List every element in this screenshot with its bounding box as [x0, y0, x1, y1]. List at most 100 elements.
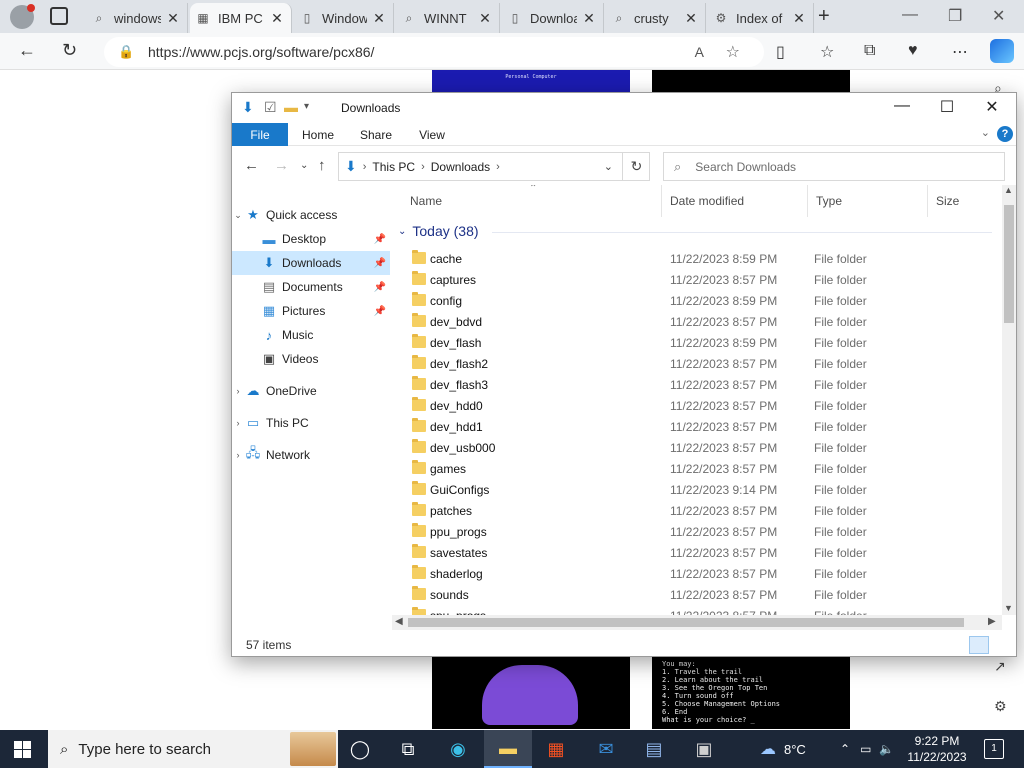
- collections-icon[interactable]: ⧉: [864, 42, 875, 60]
- expand-ribbon-icon[interactable]: ⌄: [981, 126, 990, 139]
- pin-icon[interactable]: 📌: [374, 282, 386, 293]
- nav-pictures[interactable]: ▦ Pictures 📌: [232, 299, 390, 323]
- network-icon[interactable]: ▭: [860, 742, 871, 756]
- app-window-icon[interactable]: ▤: [630, 730, 678, 768]
- file-row[interactable]: shaderlog 11/22/2023 8:57 PM File folder: [392, 564, 1002, 585]
- scroll-thumb[interactable]: [1004, 205, 1014, 323]
- recent-locations-icon[interactable]: ⌄: [300, 160, 308, 171]
- back-icon[interactable]: ←: [18, 40, 36, 61]
- address-dropdown-icon[interactable]: ⌄: [604, 160, 613, 173]
- mail-icon[interactable]: ✉: [582, 730, 630, 768]
- notifications-icon[interactable]: 1: [984, 739, 1004, 759]
- file-row[interactable]: dev_bdvd 11/22/2023 8:57 PM File folder: [392, 312, 1002, 333]
- close-icon[interactable]: ✕: [581, 10, 597, 27]
- taskbar-search[interactable]: ⌕ Type here to search: [48, 730, 338, 768]
- search-input[interactable]: [695, 159, 976, 174]
- nav-downloads[interactable]: ⬇ Downloads 📌: [232, 251, 390, 275]
- file-row[interactable]: dev_flash3 11/22/2023 8:57 PM File folder: [392, 375, 1002, 396]
- close-icon[interactable]: ✕: [477, 10, 493, 27]
- back-icon[interactable]: ←: [244, 157, 259, 174]
- refresh-icon[interactable]: ↻: [62, 40, 77, 61]
- file-row[interactable]: dev_flash2 11/22/2023 8:57 PM File folder: [392, 354, 1002, 375]
- file-row[interactable]: dev_hdd0 11/22/2023 8:57 PM File folder: [392, 396, 1002, 417]
- scroll-right-icon[interactable]: ▶: [988, 616, 996, 627]
- vertical-scrollbar[interactable]: ▲ ▼: [1002, 185, 1016, 615]
- minimize-icon[interactable]: —: [902, 6, 918, 24]
- file-explorer-icon[interactable]: ▬: [484, 730, 532, 768]
- nav-videos[interactable]: ▣ Videos: [232, 347, 390, 371]
- expand-icon[interactable]: ›: [232, 450, 244, 460]
- column-size[interactable]: Size: [928, 185, 998, 217]
- app-installer-icon[interactable]: ▣: [680, 730, 728, 768]
- weather-widget[interactable]: ☁ 8°C: [760, 730, 806, 768]
- scroll-thumb[interactable]: [408, 618, 964, 627]
- help-icon[interactable]: ?: [997, 126, 1013, 142]
- up-icon[interactable]: ↑: [318, 157, 326, 174]
- favorite-star-icon[interactable]: ☆: [726, 42, 740, 62]
- browser-tab[interactable]: ▯ Windows✕: [294, 3, 394, 33]
- breadcrumb-downloads[interactable]: Downloads: [431, 160, 490, 174]
- tab-home[interactable]: Home: [294, 123, 342, 146]
- file-row[interactable]: patches 11/22/2023 8:57 PM File folder: [392, 501, 1002, 522]
- browser-tab[interactable]: ⌕ windows ✕: [86, 3, 188, 33]
- scroll-down-icon[interactable]: ▼: [1004, 603, 1013, 613]
- forward-icon[interactable]: →: [274, 157, 289, 174]
- file-row[interactable]: savestates 11/22/2023 8:57 PM File folder: [392, 543, 1002, 564]
- expand-icon[interactable]: ›: [232, 418, 244, 428]
- close-icon[interactable]: ✕: [269, 10, 285, 27]
- file-row[interactable]: games 11/22/2023 8:57 PM File folder: [392, 459, 1002, 480]
- browser-tab[interactable]: ⌕ WINNT ✕: [396, 3, 500, 33]
- browser-tab[interactable]: ⌕ crusty ✕: [606, 3, 706, 33]
- close-icon[interactable]: ✕: [791, 10, 807, 27]
- maximize-icon[interactable]: ☐: [927, 97, 967, 117]
- nav-quick-access[interactable]: ⌄ ★ Quick access: [232, 203, 390, 227]
- scroll-left-icon[interactable]: ◀: [395, 616, 403, 627]
- search-box[interactable]: ⌕: [663, 152, 1005, 181]
- tab-file[interactable]: File: [232, 123, 288, 146]
- tab-actions-icon[interactable]: [50, 7, 68, 25]
- external-icon[interactable]: ↗: [994, 658, 1006, 675]
- pin-icon[interactable]: 📌: [374, 258, 386, 269]
- address-breadcrumb[interactable]: ⬇ › This PC › Downloads › ⌄: [338, 152, 650, 181]
- file-row[interactable]: dev_hdd1 11/22/2023 8:57 PM File folder: [392, 417, 1002, 438]
- pin-icon[interactable]: 📌: [374, 234, 386, 245]
- copilot-icon[interactable]: [990, 39, 1014, 63]
- column-date-modified[interactable]: Date modified: [662, 185, 808, 217]
- details-view-icon[interactable]: [969, 636, 989, 654]
- file-row[interactable]: ppu_progs 11/22/2023 8:57 PM File folder: [392, 522, 1002, 543]
- browser-tab[interactable]: ▦ IBM PC ✕: [190, 3, 292, 33]
- file-row[interactable]: captures 11/22/2023 8:57 PM File folder: [392, 270, 1002, 291]
- browser-tab[interactable]: ⚙ Index of ✕: [708, 3, 814, 33]
- windows-start-icon[interactable]: [14, 741, 31, 758]
- file-row[interactable]: dev_usb000 11/22/2023 8:57 PM File folder: [392, 438, 1002, 459]
- horizontal-scrollbar[interactable]: ◀ ▶: [392, 615, 1002, 630]
- expand-icon[interactable]: ›: [232, 386, 244, 396]
- address-bar[interactable]: 🔒 https://www.pcjs.org/software/pcx86/ A…: [104, 37, 764, 67]
- nav-desktop[interactable]: ▬ Desktop 📌: [232, 227, 390, 251]
- browser-tab[interactable]: ▯ Download✕: [502, 3, 604, 33]
- breadcrumb-separator[interactable]: ›: [496, 161, 500, 173]
- quick-access-properties-icon[interactable]: ☑: [264, 99, 277, 116]
- close-icon[interactable]: ✕: [371, 10, 387, 27]
- file-row[interactable]: cache 11/22/2023 8:59 PM File folder: [392, 249, 1002, 270]
- new-tab-icon[interactable]: +: [818, 5, 830, 28]
- refresh-icon[interactable]: ↻: [622, 152, 650, 181]
- close-icon[interactable]: ✕: [683, 10, 699, 27]
- large-icons-view-icon[interactable]: [991, 636, 1011, 654]
- close-icon[interactable]: ✕: [992, 6, 1005, 26]
- profile-avatar[interactable]: [10, 4, 35, 29]
- close-icon[interactable]: ✕: [165, 10, 181, 27]
- tab-view[interactable]: View: [408, 123, 456, 146]
- pin-icon[interactable]: 📌: [374, 306, 386, 317]
- favorites-icon[interactable]: ☆: [820, 42, 834, 62]
- nav-onedrive[interactable]: › ☁ OneDrive: [232, 379, 390, 403]
- restore-icon[interactable]: ❐: [948, 6, 962, 26]
- file-row[interactable]: config 11/22/2023 8:59 PM File folder: [392, 291, 1002, 312]
- store-icon[interactable]: ▦: [532, 730, 580, 768]
- volume-muted-icon[interactable]: 🔈: [879, 742, 894, 756]
- clock[interactable]: 9:22 PM 11/22/2023: [902, 733, 972, 765]
- column-type[interactable]: Type: [808, 185, 928, 217]
- close-icon[interactable]: ✕: [972, 97, 1012, 117]
- breadcrumb-separator[interactable]: ›: [421, 161, 425, 173]
- edge-browser-icon[interactable]: ◉: [434, 730, 482, 768]
